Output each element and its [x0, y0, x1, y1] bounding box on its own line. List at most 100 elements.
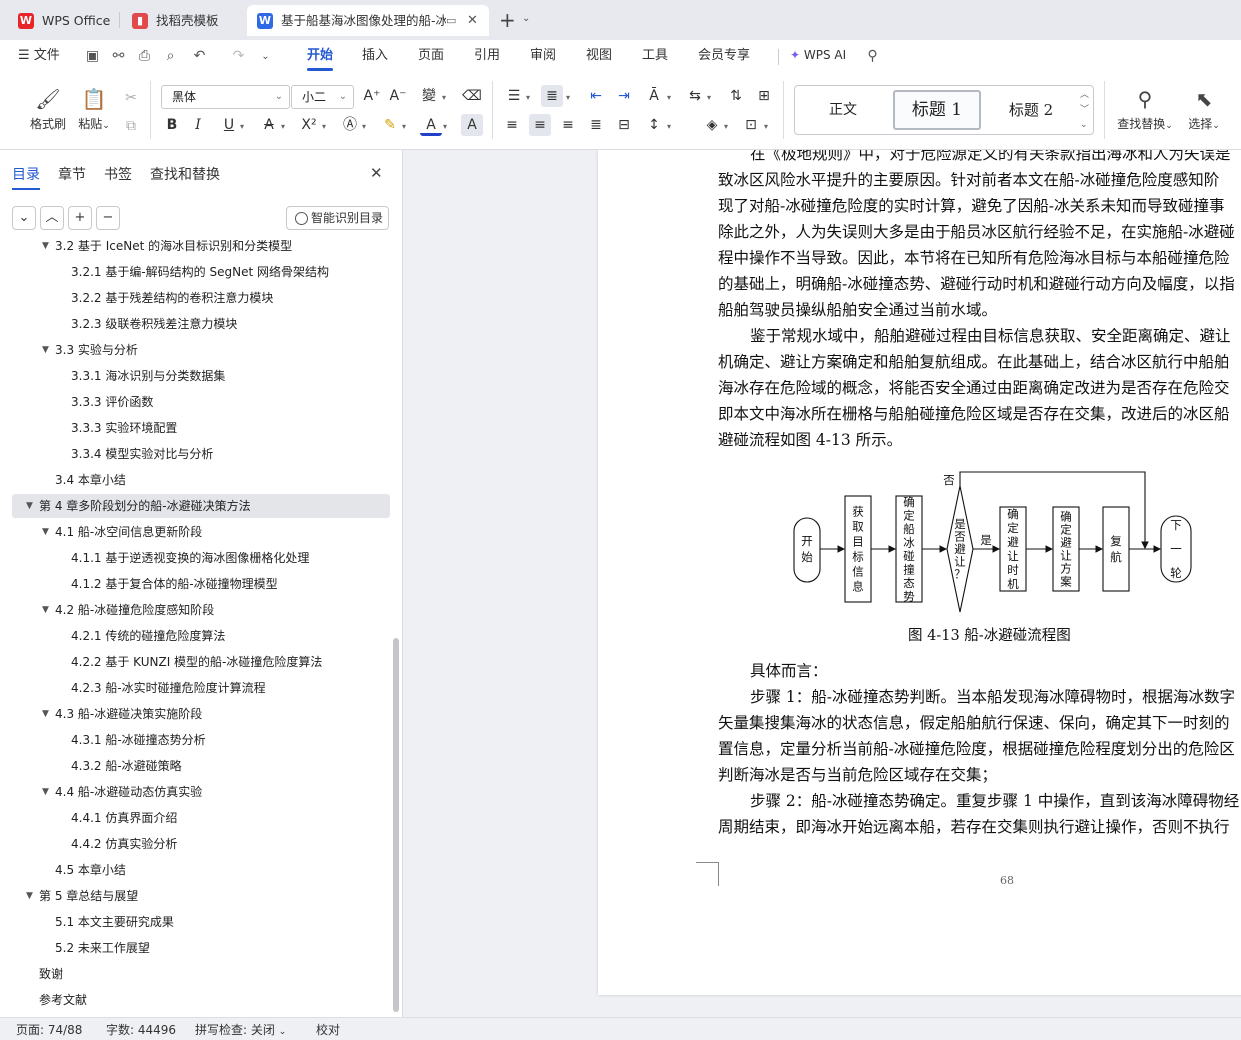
- expand-up-button[interactable]: ︿: [40, 206, 64, 230]
- select-button[interactable]: ⬉ 选择⌄: [1182, 83, 1226, 143]
- wps-ai-button[interactable]: ✦ WPS AI: [790, 40, 846, 73]
- tab-current-document[interactable]: W 基于船基海冰图像处理的船-冰 ▭ ✕: [247, 5, 489, 36]
- chinese-layout-icon[interactable]: Ā: [643, 85, 665, 107]
- sort-icon[interactable]: ⇅: [725, 85, 747, 107]
- chevron-down-icon[interactable]: ▾: [724, 122, 728, 131]
- toc-item[interactable]: 5.1 本文主要研究成果: [12, 910, 390, 934]
- grow-font-icon[interactable]: A⁺: [361, 85, 383, 107]
- menu-review[interactable]: 审阅: [530, 40, 556, 73]
- chevron-down-icon[interactable]: ▾: [443, 122, 447, 131]
- expand-triangle-icon[interactable]: ▼: [26, 884, 33, 908]
- justify-icon[interactable]: ≣: [585, 114, 607, 136]
- cut-icon[interactable]: ✂: [120, 87, 142, 109]
- superscript-icon[interactable]: X²: [298, 114, 320, 136]
- copy-icon[interactable]: ⧉: [120, 115, 142, 137]
- new-tab-icon[interactable]: +: [499, 8, 516, 32]
- close-pane-icon[interactable]: ✕: [370, 164, 383, 182]
- expand-triangle-icon[interactable]: ▼: [26, 494, 33, 518]
- proofread-button[interactable]: 校对: [316, 1021, 340, 1038]
- toc-item[interactable]: ▼ 4.1 船-冰空间信息更新阶段: [12, 520, 390, 544]
- tab-sections[interactable]: 章节: [58, 164, 86, 184]
- line-spacing-icon[interactable]: ↕: [643, 114, 665, 136]
- menu-references[interactable]: 引用: [474, 40, 500, 73]
- menu-member[interactable]: 会员专享: [698, 40, 750, 73]
- share-icon[interactable]: ⚯: [110, 48, 127, 65]
- spell-check-status[interactable]: 拼写检查: 关闭 ⌄: [195, 1021, 286, 1038]
- shading-icon[interactable]: ◈: [701, 114, 723, 136]
- toc-item[interactable]: 3.3.1 海冰识别与分类数据集: [12, 364, 390, 388]
- bullet-list-icon[interactable]: ☰: [503, 85, 525, 107]
- text-direction-icon[interactable]: ⇆: [684, 85, 706, 107]
- toc-item[interactable]: ▼ 第 4 章多阶段划分的船-冰避碰决策方法: [12, 494, 390, 518]
- menu-home[interactable]: 开始: [307, 40, 334, 73]
- highlight-icon[interactable]: ✎: [379, 114, 401, 136]
- chevron-down-icon[interactable]: ▾: [566, 93, 570, 102]
- align-right-icon[interactable]: ≡: [557, 114, 579, 136]
- toc-item[interactable]: 3.3.4 模型实验对比与分析: [12, 442, 390, 466]
- expand-triangle-icon[interactable]: ▼: [42, 780, 49, 804]
- save-icon[interactable]: ▣: [84, 48, 101, 65]
- toc-item[interactable]: ▼ 4.4 船-冰避碰动态仿真实验: [12, 780, 390, 804]
- font-name-select[interactable]: 黑体 ⌄: [161, 85, 290, 109]
- chevron-down-icon[interactable]: ▾: [322, 122, 326, 131]
- toc-item[interactable]: 4.1.2 基于复合体的船-冰碰撞物理模型: [12, 572, 390, 596]
- tab-list-chevron-icon[interactable]: ⌄: [522, 13, 530, 24]
- undo-icon[interactable]: ↶: [191, 48, 208, 65]
- toc-item[interactable]: 5.2 未来工作展望: [12, 936, 390, 960]
- chevron-down-icon[interactable]: ▾: [707, 93, 711, 102]
- tab-find-replace[interactable]: 查找和替换: [150, 164, 220, 184]
- find-replace-button[interactable]: ⚲ 查找替换⌄: [1114, 83, 1176, 143]
- toc-item[interactable]: 4.3.1 船-冰碰撞态势分析: [12, 728, 390, 752]
- strikethrough-icon[interactable]: A: [258, 114, 280, 136]
- add-heading-button[interactable]: +: [68, 206, 92, 230]
- italic-icon[interactable]: I: [187, 114, 209, 136]
- print-preview-icon[interactable]: ⌕: [162, 48, 179, 65]
- quick-access-chevron-icon[interactable]: ⌄: [257, 48, 274, 65]
- expand-triangle-icon[interactable]: ▼: [42, 702, 49, 726]
- chevron-down-icon[interactable]: ▾: [362, 122, 366, 131]
- print-icon[interactable]: ⎙: [136, 48, 153, 65]
- numbered-list-icon[interactable]: ≣: [541, 85, 563, 107]
- align-center-icon[interactable]: ≡: [529, 114, 551, 136]
- tab-wps-office[interactable]: W WPS Office: [8, 5, 114, 36]
- close-tab-icon[interactable]: ✕: [467, 5, 478, 36]
- tab-toc[interactable]: 目录: [12, 164, 40, 190]
- style-scroll-icon[interactable]: ︿ ﹀ ⌄: [1080, 88, 1089, 133]
- toc-scrollbar[interactable]: [393, 638, 399, 1012]
- search-icon[interactable]: ⚲: [864, 48, 881, 65]
- toc-item[interactable]: 3.4 本章小结: [12, 468, 390, 492]
- chevron-down-icon[interactable]: ▾: [526, 93, 530, 102]
- paste-button[interactable]: 📋 粘贴⌄: [72, 83, 116, 143]
- document-page[interactable]: 在《极地规则》中，对于危险源定义的有关条款指出海冰和人为失误是 致冰区风险水平提升…: [598, 150, 1241, 995]
- chevron-down-icon[interactable]: ▾: [442, 93, 446, 102]
- increase-indent-icon[interactable]: ⇥: [613, 85, 635, 107]
- chevron-down-icon[interactable]: ▾: [402, 122, 406, 131]
- toc-item[interactable]: 3.2.2 基于残差结构的卷积注意力模块: [12, 286, 390, 310]
- toc-item[interactable]: 参考文献: [12, 988, 390, 1012]
- expand-triangle-icon[interactable]: ▼: [42, 598, 49, 622]
- toc-item[interactable]: 4.2.1 传统的碰撞危险度算法: [12, 624, 390, 648]
- expand-triangle-icon[interactable]: ▼: [42, 240, 49, 258]
- tab-docer[interactable]: ▮ 找稻壳模板: [122, 5, 242, 36]
- toc-item[interactable]: 3.3.3 实验环境配置: [12, 416, 390, 440]
- collapse-all-button[interactable]: ⌄: [12, 206, 36, 230]
- monitor-icon[interactable]: ▭: [446, 5, 456, 36]
- char-shading-icon[interactable]: A: [461, 114, 483, 136]
- toc-item[interactable]: 4.2.3 船-冰实时碰撞危险度计算流程: [12, 676, 390, 700]
- bold-icon[interactable]: B: [161, 114, 183, 136]
- tab-bookmarks[interactable]: 书签: [104, 164, 132, 184]
- expand-triangle-icon[interactable]: ▼: [42, 338, 49, 362]
- distributed-align-icon[interactable]: ⊟: [613, 114, 635, 136]
- toc-item[interactable]: 4.3.2 船-冰避碰策略: [12, 754, 390, 778]
- toc-item[interactable]: 3.3.3 评价函数: [12, 390, 390, 414]
- font-color-icon[interactable]: A: [420, 114, 442, 136]
- format-painter-button[interactable]: 🖌 格式刷: [26, 83, 70, 143]
- toc-item[interactable]: 3.2.1 基于编-解码结构的 SegNet 网络骨架结构: [12, 260, 390, 284]
- style-normal[interactable]: 正文: [811, 86, 875, 134]
- chevron-down-icon[interactable]: ▾: [764, 122, 768, 131]
- shrink-font-icon[interactable]: A⁻: [387, 85, 409, 107]
- underline-icon[interactable]: U: [218, 114, 240, 136]
- border-icon[interactable]: ⊡: [740, 114, 762, 136]
- toc-item[interactable]: ▼ 4.3 船-冰避碰决策实施阶段: [12, 702, 390, 726]
- remove-heading-button[interactable]: −: [96, 206, 120, 230]
